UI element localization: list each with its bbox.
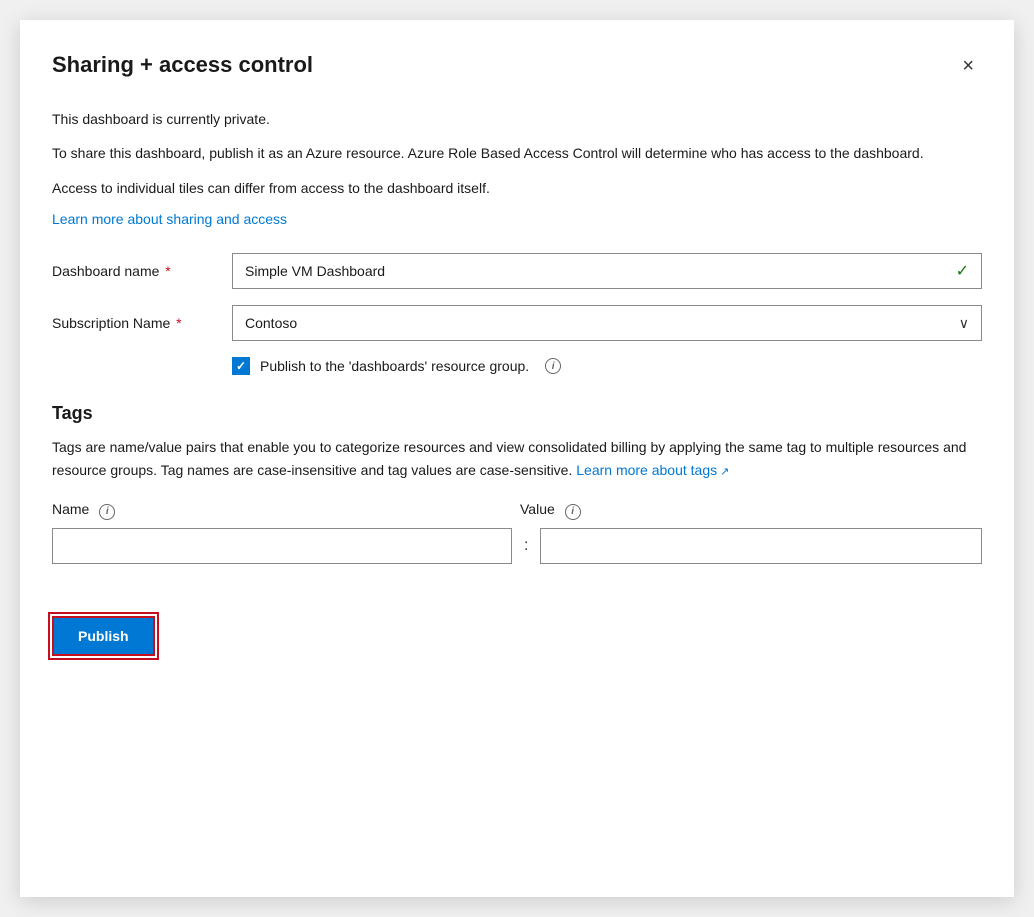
dropdown-arrow-icon: ∨ [959,315,969,332]
required-star-sub: * [172,315,181,331]
subscription-name-row: Subscription Name * Contoso ∨ [52,305,982,341]
publish-checkbox[interactable]: ✓ [232,357,250,375]
dashboard-name-input-container[interactable]: ✓ [232,253,982,289]
subscription-value: Contoso [245,315,297,331]
tags-name-input[interactable] [52,528,512,564]
subscription-name-label: Subscription Name * [52,315,232,331]
tags-learn-more-link[interactable]: Learn more about tags↗ [576,462,729,478]
tags-input-header: Name i Value i [52,501,982,520]
dialog-header: Sharing + access control × [52,52,982,80]
description-line2: To share this dashboard, publish it as a… [52,142,982,164]
tags-value-label: Value i [520,501,581,520]
tags-input-row: : [52,528,982,564]
valid-icon: ✓ [956,261,969,281]
publish-checkbox-container: ✓ Publish to the 'dashboards' resource g… [232,357,561,375]
tags-name-label: Name i [52,501,512,520]
close-button[interactable]: × [954,52,982,80]
learn-more-link[interactable]: Learn more about sharing and access [52,211,287,227]
publish-button[interactable]: Publish [52,616,155,656]
form-section: Dashboard name * ✓ Subscription Name * C… [52,253,982,375]
publish-checkbox-row: ✓ Publish to the 'dashboards' resource g… [232,357,982,375]
checkbox-info-icon[interactable]: i [545,358,561,374]
description-line3: Access to individual tiles can differ fr… [52,177,982,199]
value-info-icon[interactable]: i [565,504,581,520]
dashboard-name-label: Dashboard name * [52,263,232,279]
tags-separator: : [512,528,540,564]
tags-title: Tags [52,403,982,424]
subscription-dropdown[interactable]: Contoso ∨ [232,305,982,341]
description-section: This dashboard is currently private. To … [52,108,982,229]
tags-section: Tags Tags are name/value pairs that enab… [52,403,982,563]
publish-checkbox-label: Publish to the 'dashboards' resource gro… [260,358,529,374]
tags-description: Tags are name/value pairs that enable yo… [52,436,982,481]
sharing-access-control-dialog: Sharing + access control × This dashboar… [20,20,1014,897]
required-star: * [161,263,170,279]
dialog-title: Sharing + access control [52,52,313,78]
tags-value-input[interactable] [540,528,982,564]
external-link-icon: ↗ [720,466,729,478]
dashboard-name-input[interactable] [245,263,956,279]
name-info-icon[interactable]: i [99,504,115,520]
description-line1: This dashboard is currently private. [52,108,982,130]
dashboard-name-row: Dashboard name * ✓ [52,253,982,289]
checkbox-checkmark: ✓ [236,359,246,373]
footer-section: Publish [52,596,982,656]
